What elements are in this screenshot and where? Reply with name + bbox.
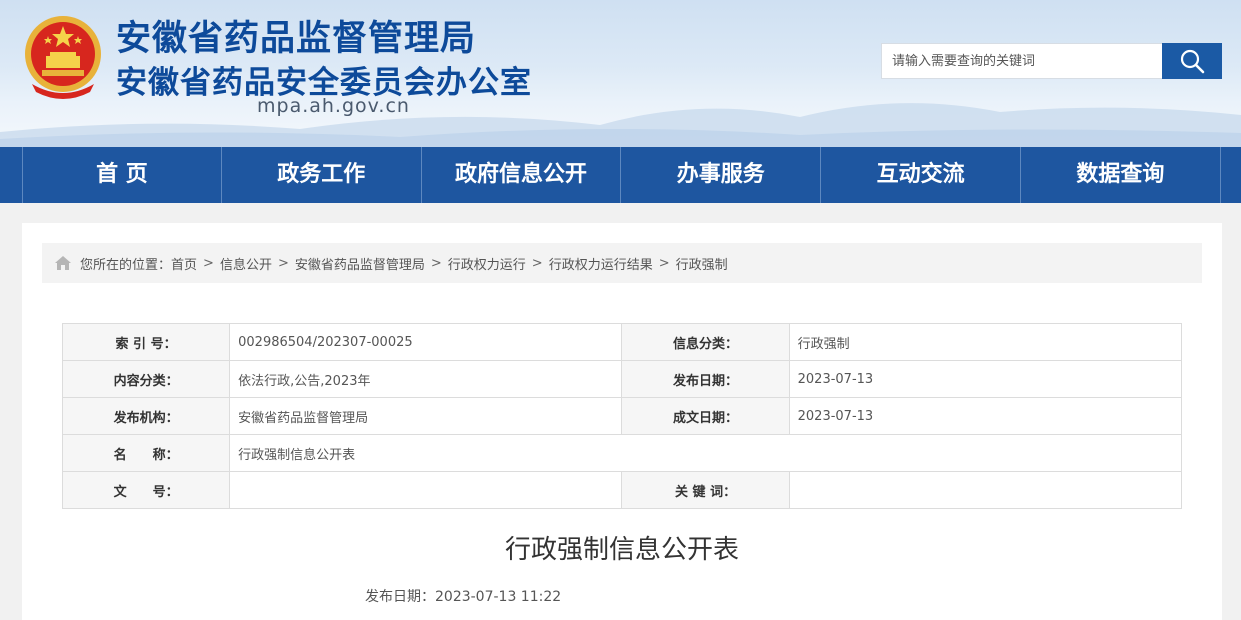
breadcrumb-prefix: 您所在的位置： (80, 257, 172, 273)
home-icon (54, 255, 72, 271)
breadcrumb-link-home[interactable]: 首页 (171, 254, 197, 273)
breadcrumb-separator: > (658, 255, 670, 271)
publish-date-label: 发布日期： (621, 360, 790, 398)
nav-services[interactable]: 办事服务 (621, 147, 822, 203)
keywords-label: 关 键 词： (621, 471, 790, 509)
breadcrumb-link-power[interactable]: 行政权力运行 (448, 254, 526, 273)
site-header: 安徽省药品监督管理局 安徽省药品安全委员会办公室 mpa.ah.gov.cn 请… (0, 0, 1241, 147)
breadcrumb-link-current[interactable]: 行政强制 (676, 254, 728, 273)
nav-government-affairs[interactable]: 政务工作 (222, 147, 422, 203)
breadcrumb-link-info[interactable]: 信息公开 (220, 254, 272, 273)
table-row: 内容分类： 依法行政,公告,2023年 发布日期： 2023-07-13 (61, 360, 1183, 398)
document-meta-table: 索 引 号： 002986504/202307-00025 信息分类： 行政强制… (61, 323, 1183, 509)
table-row: 名 称： 行政强制信息公开表 (61, 434, 1182, 472)
index-value: 002986504/202307-00025 (229, 323, 623, 361)
search-icon (1180, 49, 1205, 74)
category-value: 行政强制 (788, 323, 1183, 361)
breadcrumb-separator: > (531, 255, 543, 271)
breadcrumb: 您所在的位置： 首页 > 信息公开 > 安徽省药品监督管理局 > 行政权力运行 … (42, 243, 1202, 283)
publisher-label: 发布机构： (61, 397, 231, 435)
category-label: 信息分类： (621, 323, 790, 361)
article-date: 发布日期：2023-07-13 11:22 (365, 586, 561, 606)
doc-no-label: 文 号： (61, 471, 231, 509)
national-emblem-icon[interactable] (22, 12, 104, 100)
name-value: 行政强制信息公开表 (229, 434, 1182, 472)
content-type-value: 依法行政,公告,2023年 (229, 360, 623, 398)
name-label: 名 称： (61, 434, 231, 472)
site-title-line1: 安徽省药品监督管理局 (116, 19, 477, 59)
table-row: 发布机构： 安徽省药品监督管理局 成文日期： 2023-07-13 (61, 397, 1183, 435)
article-date-label: 发布日期： (365, 589, 435, 605)
content-type-label: 内容分类： (61, 360, 231, 398)
written-date-label: 成文日期： (621, 397, 790, 435)
nav-info-disclosure[interactable]: 政府信息公开 (422, 147, 622, 203)
main-content: 您所在的位置： 首页 > 信息公开 > 安徽省药品监督管理局 > 行政权力运行 … (22, 223, 1222, 620)
breadcrumb-separator: > (277, 255, 289, 271)
site-domain: mpa.ah.gov.cn (257, 95, 410, 117)
written-date-value: 2023-07-13 (788, 397, 1183, 435)
keywords-value (788, 471, 1183, 509)
nav-interaction[interactable]: 互动交流 (821, 147, 1021, 203)
search-button[interactable] (1162, 43, 1222, 79)
breadcrumb-link-results[interactable]: 行政权力运行结果 (549, 254, 653, 273)
index-label: 索 引 号： (61, 323, 231, 361)
publish-date-value: 2023-07-13 (788, 360, 1183, 398)
breadcrumb-separator: > (203, 255, 214, 271)
nav-home[interactable]: 首 页 (22, 147, 222, 203)
table-row: 文 号： 关 键 词： (61, 471, 1183, 509)
breadcrumb-separator: > (430, 255, 442, 271)
publisher-value: 安徽省药品监督管理局 (229, 397, 623, 435)
table-row: 索 引 号： 002986504/202307-00025 信息分类： 行政强制 (61, 323, 1183, 361)
main-nav: 首 页 政务工作 政府信息公开 办事服务 互动交流 数据查询 (0, 147, 1241, 203)
search-input[interactable]: 请输入需要查询的关键词 (881, 43, 1163, 79)
breadcrumb-link-agency[interactable]: 安徽省药品监督管理局 (295, 254, 425, 273)
doc-no-value (229, 471, 623, 509)
article-title: 行政强制信息公开表 (504, 535, 739, 565)
nav-data-query[interactable]: 数据查询 (1021, 147, 1221, 203)
article-date-value: 2023-07-13 11:22 (435, 589, 562, 605)
